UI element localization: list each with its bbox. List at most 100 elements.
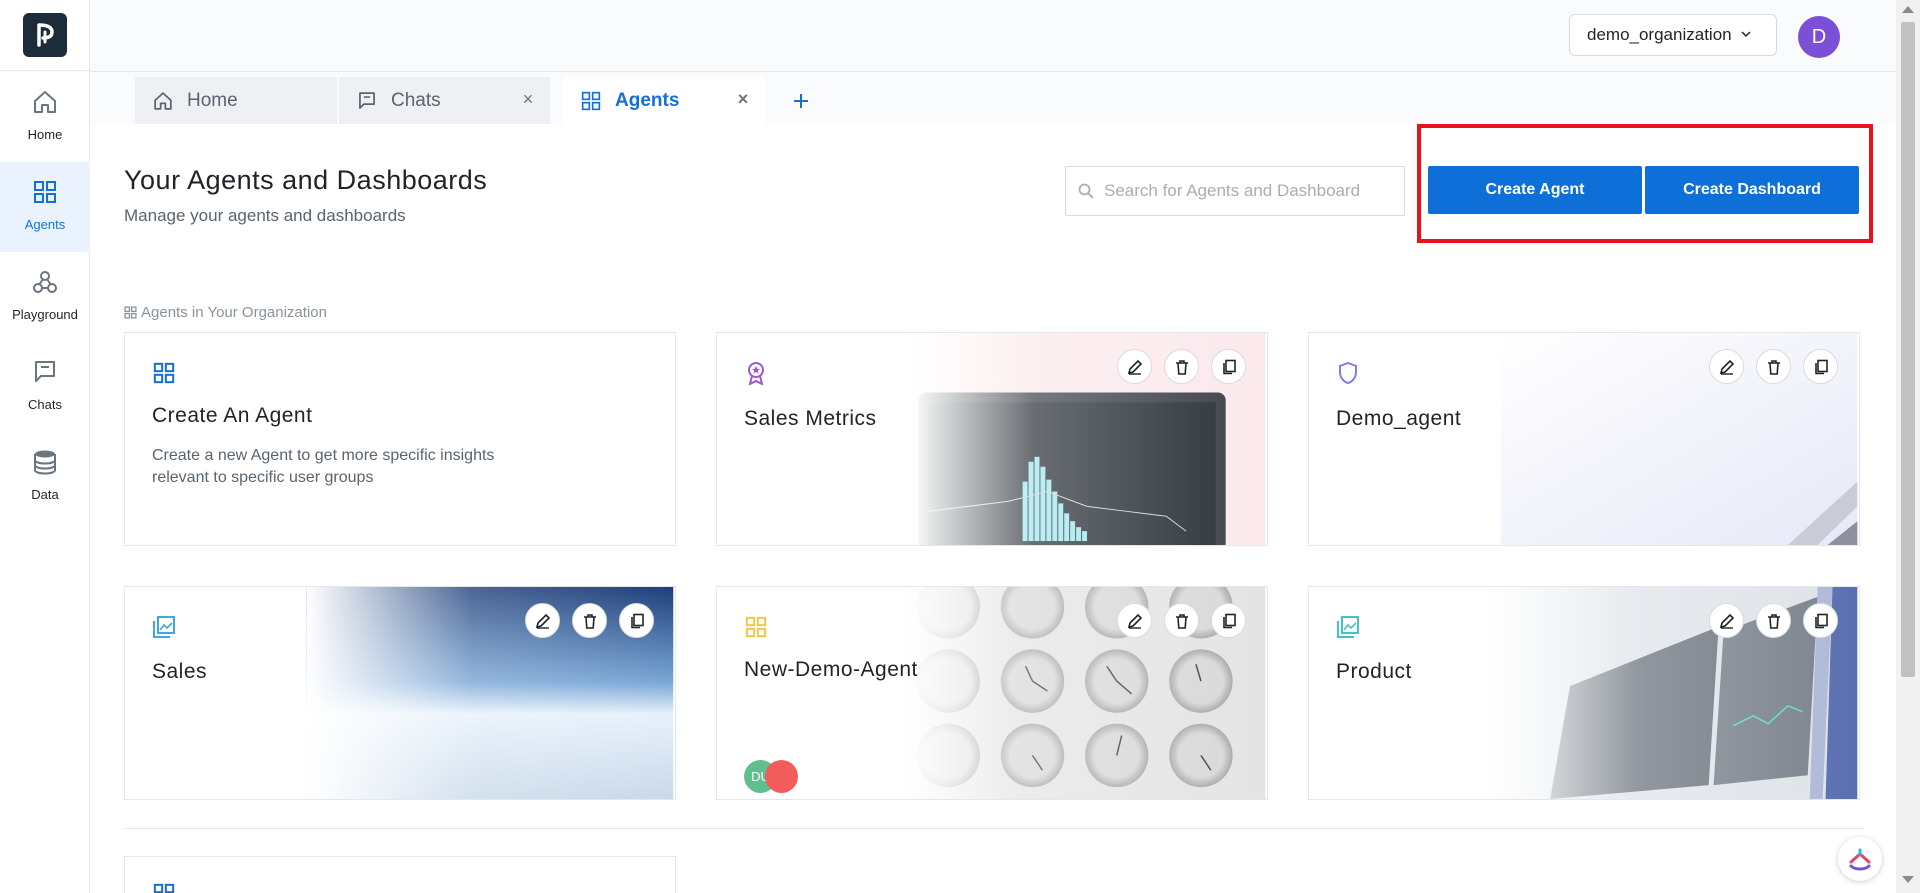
highlight-box <box>1417 124 1873 243</box>
chat-icon <box>355 89 379 113</box>
page-subtitle: Manage your agents and dashboards <box>124 206 406 225</box>
card-actions <box>1709 603 1838 638</box>
delete-button[interactable] <box>1164 349 1199 384</box>
duplicate-button[interactable] <box>1803 349 1838 384</box>
chevron-down-icon <box>1740 25 1752 45</box>
edit-button[interactable] <box>1117 603 1152 638</box>
edit-button[interactable] <box>1709 349 1744 384</box>
grid-icon <box>151 881 177 893</box>
webhook-icon <box>29 266 61 298</box>
database-icon <box>29 446 61 478</box>
card-title: Sales <box>152 660 208 683</box>
close-icon[interactable]: × <box>518 89 538 110</box>
card-title: Create An Agent <box>152 404 313 427</box>
logo-divider <box>0 70 90 71</box>
trash-icon <box>1767 359 1780 375</box>
tab-label: Agents <box>615 89 680 111</box>
sidebar-item-chats[interactable]: Chats <box>0 342 90 432</box>
copy-icon <box>1222 359 1236 374</box>
user-avatar[interactable] <box>765 760 798 793</box>
sidebar-item-data[interactable]: Data <box>0 432 90 522</box>
trash-icon <box>1175 613 1188 629</box>
card-title: Product <box>1336 660 1412 683</box>
card-title: Demo_agent <box>1336 407 1462 430</box>
organization-name: demo_organization <box>1587 25 1732 44</box>
tab-home[interactable]: Home <box>135 77 337 124</box>
page-title: Your Agents and Dashboards <box>124 165 488 195</box>
grid-icon <box>743 614 769 640</box>
shared-users: DU <box>744 760 798 793</box>
scroll-up-arrow[interactable] <box>1902 6 1914 13</box>
add-tab-button[interactable] <box>786 86 816 116</box>
sidebar: Home Agents Playground Chats Data <box>0 0 90 893</box>
delete-button[interactable] <box>1756 603 1791 638</box>
main-content: Your Agents and Dashboards Manage your a… <box>90 124 1896 893</box>
create-agent-card[interactable]: Create An Agent Create a new Agent to ge… <box>124 332 676 546</box>
sidebar-item-playground[interactable]: Playground <box>0 252 90 342</box>
section-label-text: Agents in Your Organization <box>141 304 327 321</box>
tab-agents[interactable]: Agents × <box>563 77 765 124</box>
plus-icon <box>794 94 808 108</box>
copy-icon <box>1814 359 1828 374</box>
pencil-icon <box>1719 359 1734 375</box>
sidebar-item-agents[interactable]: Agents <box>0 162 90 252</box>
section-label: Agents in Your Organization <box>124 304 327 321</box>
card-actions <box>525 603 654 638</box>
grid-icon <box>151 360 177 386</box>
grid-icon <box>29 176 61 208</box>
tab-chats[interactable]: Chats × <box>339 77 550 124</box>
sidebar-item-label: Playground <box>12 307 78 322</box>
scroll-thumb[interactable] <box>1901 22 1915 677</box>
search-icon <box>1078 183 1094 199</box>
edit-button[interactable] <box>525 603 560 638</box>
tab-bar: Home Chats × Agents × <box>90 72 1896 124</box>
vertical-scrollbar[interactable] <box>1896 0 1920 893</box>
agent-card-product[interactable]: Product <box>1308 586 1860 800</box>
edit-button[interactable] <box>1709 603 1744 638</box>
section-divider <box>124 828 1864 829</box>
pencil-icon <box>1127 359 1142 375</box>
top-bar: demo_organization D <box>90 0 1896 72</box>
trash-icon <box>583 613 596 629</box>
sidebar-item-label: Chats <box>28 397 62 412</box>
delete-button[interactable] <box>1164 603 1199 638</box>
copy-icon <box>1814 613 1828 628</box>
pencil-icon <box>1719 613 1734 629</box>
copy-icon <box>1222 613 1236 628</box>
search-input[interactable]: Search for Agents and Dashboard <box>1065 166 1405 216</box>
agent-card-sales-metrics[interactable]: Sales Metrics <box>716 332 1268 546</box>
sidebar-item-label: Data <box>31 487 59 502</box>
home-icon <box>29 86 61 118</box>
card-actions <box>1117 603 1246 638</box>
card-description: Create a new Agent to get more specific … <box>152 447 495 486</box>
organization-select[interactable]: demo_organization <box>1569 14 1777 56</box>
grid-icon <box>124 306 137 319</box>
dashboard-card-partial[interactable] <box>124 856 676 893</box>
duplicate-button[interactable] <box>619 603 654 638</box>
copy-icon <box>630 613 644 628</box>
duplicate-button[interactable] <box>1211 603 1246 638</box>
close-icon[interactable]: × <box>733 89 753 110</box>
sidebar-item-label: Home <box>27 127 63 142</box>
app-logo[interactable] <box>23 13 67 57</box>
agent-card-demo-agent[interactable]: Demo_agent <box>1308 332 1860 546</box>
sidebar-item-label: Agents <box>24 217 66 232</box>
assistant-logo-icon <box>1849 848 1871 871</box>
tab-label: Chats <box>391 89 441 111</box>
duplicate-button[interactable] <box>1803 603 1838 638</box>
scroll-down-arrow[interactable] <box>1902 876 1914 883</box>
help-widget-button[interactable] <box>1838 837 1882 881</box>
sidebar-item-home[interactable]: Home <box>0 72 90 162</box>
delete-button[interactable] <box>1756 349 1791 384</box>
user-avatar[interactable]: D <box>1798 16 1840 58</box>
grid-icon <box>579 89 603 113</box>
agent-card-sales[interactable]: Sales <box>124 586 676 800</box>
edit-button[interactable] <box>1117 349 1152 384</box>
card-actions <box>1117 349 1246 384</box>
pencil-icon <box>535 613 550 629</box>
award-icon <box>743 360 769 386</box>
duplicate-button[interactable] <box>1211 349 1246 384</box>
card-title: New-Demo-Agent <box>744 658 918 681</box>
agent-card-new-demo-agent[interactable]: New-Demo-Agent DU <box>716 586 1268 800</box>
delete-button[interactable] <box>572 603 607 638</box>
